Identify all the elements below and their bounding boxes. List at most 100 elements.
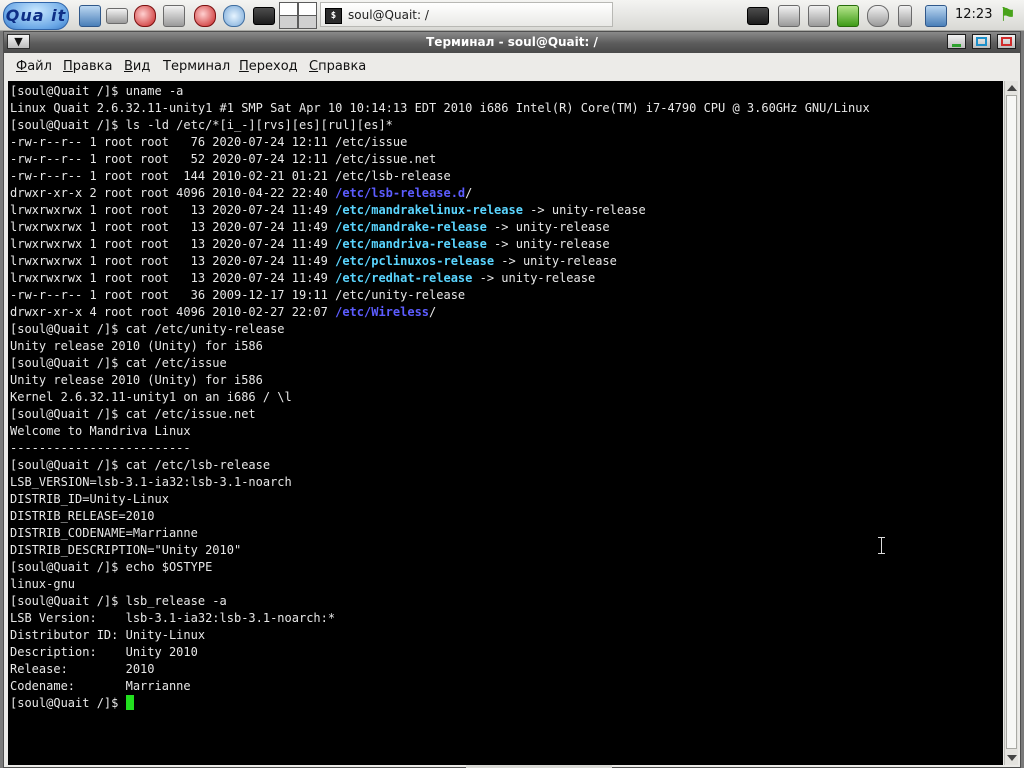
terminal-line: DISTRIB_RELEASE=2010: [10, 508, 870, 525]
minimize-button[interactable]: [947, 34, 966, 49]
terminal-text: Unity release 2010 (Unity) for i586: [10, 373, 263, 387]
title-bar[interactable]: ▼ Терминал - soul@Quait: /: [4, 32, 1020, 53]
settings-icon[interactable]: [867, 5, 889, 27]
terminal-text: -> unity-release: [472, 271, 596, 285]
terminal-text: lrwxrwxrwx 1 root root 13 2020-07-24 11:…: [10, 237, 336, 251]
terminal-line: lrwxrwxrwx 1 root root 13 2020-07-24 11:…: [10, 236, 870, 253]
maximize-icon: [976, 37, 987, 46]
mail-icon[interactable]: [194, 5, 216, 27]
terminal-window: ▼ Терминал - soul@Quait: / Файл Правка В…: [3, 31, 1021, 768]
menu-file[interactable]: Файл: [16, 59, 52, 74]
menu-edit[interactable]: Правка: [63, 59, 112, 74]
terminal-line: linux-gnu: [10, 576, 870, 593]
menu-terminal[interactable]: Терминал: [163, 59, 230, 74]
desktop-3[interactable]: [279, 15, 298, 29]
main-menu-logo[interactable]: Qua it: [3, 2, 69, 30]
terminal-line: Distributor ID: Unity-Linux: [10, 627, 870, 644]
terminal-line: -rw-r--r-- 1 root root 76 2020-07-24 12:…: [10, 134, 870, 151]
logo-text: Qua it: [5, 6, 67, 25]
desktop-4[interactable]: [298, 15, 317, 29]
terminal-line: DISTRIB_ID=Unity-Linux: [10, 491, 870, 508]
terminal-text: Description: Unity 2010: [10, 645, 198, 659]
terminal-text: lrwxrwxrwx 1 root root 13 2020-07-24 11:…: [10, 254, 336, 268]
terminal-line: Linux Quait 2.6.32.11-unity1 #1 SMP Sat …: [10, 100, 870, 117]
terminal-text: -------------------------: [10, 441, 191, 455]
tools-icon[interactable]: [163, 5, 185, 27]
terminal-text: /: [429, 305, 437, 319]
run-icon[interactable]: ⚑: [999, 4, 1016, 26]
terminal-line: Release: 2010: [10, 661, 870, 678]
terminal-area[interactable]: [soul@Quait /]$ uname -a Linux Quait 2.6.…: [8, 81, 1003, 765]
terminal-text: -> unity-release: [522, 203, 646, 217]
terminal-text: Linux Quait 2.6.32.11-unity1 #1 SMP Sat …: [10, 101, 870, 115]
terminal-line: drwxr-xr-x 2 root root 4096 2010-04-22 2…: [10, 185, 870, 202]
battery-icon[interactable]: [898, 5, 912, 27]
terminal-text: Unity release 2010 (Unity) for i586: [10, 339, 263, 353]
terminal-cursor: [125, 695, 134, 710]
close-button[interactable]: [997, 34, 1016, 49]
maximize-button[interactable]: [972, 34, 991, 49]
terminal-line: [soul@Quait /]$: [10, 695, 870, 712]
scrollbar-thumb[interactable]: [1006, 95, 1017, 749]
network-icon[interactable]: [778, 5, 800, 27]
update-icon[interactable]: [837, 5, 859, 27]
menu-help[interactable]: Справка: [309, 59, 366, 74]
terminal-text: [soul@Quait /]$ cat /etc/issue: [10, 356, 227, 370]
scroll-down-icon[interactable]: [1007, 755, 1017, 761]
printer-icon[interactable]: [808, 5, 830, 27]
computer-icon[interactable]: [79, 5, 101, 27]
terminal-text: -> unity-release: [494, 254, 617, 268]
symlink-name: /etc/pclinuxos-release: [335, 254, 495, 268]
terminal-text: Welcome to Mandriva Linux: [10, 424, 191, 438]
symlink-name: /etc/mandrake-release: [335, 220, 487, 234]
globe-icon[interactable]: [223, 5, 245, 27]
symlink-name: /etc/mandriva-release: [335, 237, 487, 251]
terminal-text: Kernel 2.6.32.11-unity1 on an i686 / \l: [10, 390, 292, 404]
terminal-text: -> unity-release: [486, 220, 610, 234]
close-icon: [1001, 37, 1012, 46]
terminal-line: -rw-r--r-- 1 root root 52 2020-07-24 12:…: [10, 151, 870, 168]
terminal-text: linux-gnu: [10, 577, 76, 591]
terminal-line: Unity release 2010 (Unity) for i586: [10, 372, 870, 389]
desktop-2[interactable]: [298, 2, 317, 16]
terminal-line: DISTRIB_CODENAME=Marrianne: [10, 525, 870, 542]
terminal-line: LSB_VERSION=lsb-3.1-ia32:lsb-3.1-noarch: [10, 474, 870, 491]
terminal-text: [soul@Quait /]$ lsb_release -a: [10, 594, 227, 608]
terminal-text: DISTRIB_ID=Unity-Linux: [10, 492, 169, 506]
terminal-text: DISTRIB_RELEASE=2010: [10, 509, 155, 523]
terminal-text: Release: 2010: [10, 662, 155, 676]
terminal-text: [soul@Quait /]$ cat /etc/issue.net: [10, 407, 256, 421]
terminal-line: Codename: Marrianne: [10, 678, 870, 695]
menu-bar: Файл Правка Вид Терминал Переход Справка: [4, 53, 1020, 79]
text-cursor-icon: [878, 537, 885, 554]
vertical-scrollbar[interactable]: [1004, 81, 1018, 765]
scroll-up-icon[interactable]: [1007, 85, 1017, 91]
desktop-switcher[interactable]: [279, 2, 317, 29]
terminal-text: -> unity-release: [486, 237, 610, 251]
terminal-line: drwxr-xr-x 4 root root 4096 2010-02-27 2…: [10, 304, 870, 321]
terminal-text: drwxr-xr-x 4 root root 4096 2010-02-27 2…: [10, 305, 336, 319]
monitor-icon[interactable]: [747, 7, 769, 25]
terminal-text: DISTRIB_CODENAME=Marrianne: [10, 526, 198, 540]
terminal-text: [soul@Quait /]$ uname -a: [10, 84, 184, 98]
menu-go[interactable]: Переход: [239, 59, 298, 74]
directory-name: /etc/lsb-release.d: [335, 186, 466, 200]
terminal-icon[interactable]: [253, 7, 275, 25]
drive-icon[interactable]: [106, 8, 128, 24]
taskbar-button-terminal[interactable]: $ soul@Quait: /: [320, 2, 613, 27]
terminal-text: [soul@Quait /]$: [10, 696, 126, 710]
terminal-text: [soul@Quait /]$ cat /etc/unity-release: [10, 322, 285, 336]
terminal-line: -rw-r--r-- 1 root root 36 2009-12-17 19:…: [10, 287, 870, 304]
terminal-line: lrwxrwxrwx 1 root root 13 2020-07-24 11:…: [10, 219, 870, 236]
terminal-text: -rw-r--r-- 1 root root 144 2010-02-21 01…: [10, 169, 451, 183]
users-icon[interactable]: [925, 5, 947, 27]
terminal-text: drwxr-xr-x 2 root root 4096 2010-04-22 2…: [10, 186, 336, 200]
desktop-1[interactable]: [279, 2, 298, 16]
menu-view[interactable]: Вид: [124, 59, 150, 74]
terminal-text: [soul@Quait /]$ cat /etc/lsb-release: [10, 458, 271, 472]
terminal-text: DISTRIB_DESCRIPTION="Unity 2010": [10, 543, 242, 557]
window-title: Терминал - soul@Quait: /: [426, 35, 598, 49]
toolbox-icon[interactable]: [134, 5, 156, 27]
terminal-line: Unity release 2010 (Unity) for i586: [10, 338, 870, 355]
clock[interactable]: 12:23: [955, 7, 992, 22]
